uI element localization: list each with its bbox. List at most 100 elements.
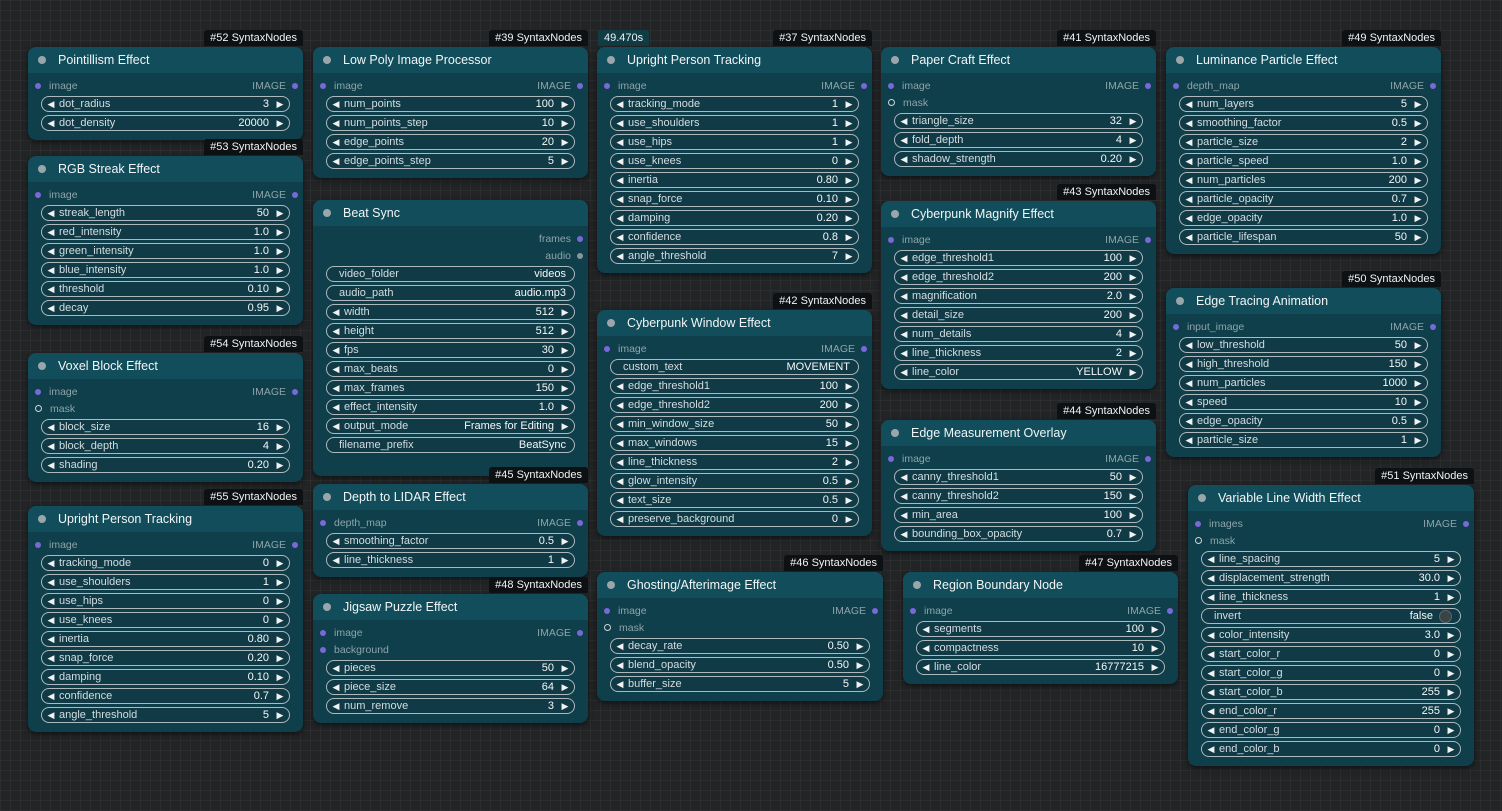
decrement-arrow-icon[interactable]: ◀: [331, 383, 341, 394]
input-port-icon[interactable]: [910, 607, 916, 614]
increment-arrow-icon[interactable]: ▶: [1128, 329, 1138, 340]
increment-arrow-icon[interactable]: ▶: [1446, 554, 1456, 565]
toggle-widget[interactable]: invert false: [1201, 608, 1461, 624]
decrement-arrow-icon[interactable]: ◀: [615, 660, 625, 671]
decrement-arrow-icon[interactable]: ◀: [1184, 232, 1194, 243]
node-header[interactable]: Luminance Particle Effect: [1166, 47, 1441, 73]
decrement-arrow-icon[interactable]: ◀: [1206, 630, 1216, 641]
collapse-toggle-icon[interactable]: [607, 319, 615, 327]
increment-arrow-icon[interactable]: ▶: [560, 536, 570, 547]
increment-arrow-icon[interactable]: ▶: [560, 421, 570, 432]
number-widget[interactable]: ◀ line_thickness 2 ▶: [894, 345, 1143, 361]
increment-arrow-icon[interactable]: ▶: [1128, 154, 1138, 165]
increment-arrow-icon[interactable]: ▶: [844, 213, 854, 224]
node-luminance[interactable]: #49 SyntaxNodes Luminance Particle Effect…: [1166, 30, 1441, 254]
decrement-arrow-icon[interactable]: ◀: [899, 510, 909, 521]
output-port-icon[interactable]: [577, 519, 583, 526]
increment-arrow-icon[interactable]: ▶: [844, 232, 854, 243]
decrement-arrow-icon[interactable]: ◀: [899, 348, 909, 359]
output-port-icon[interactable]: [861, 82, 867, 89]
decrement-arrow-icon[interactable]: ◀: [899, 253, 909, 264]
number-widget[interactable]: ◀ edge_points 20 ▶: [326, 134, 575, 150]
increment-arrow-icon[interactable]: ▶: [1413, 118, 1423, 129]
decrement-arrow-icon[interactable]: ◀: [1206, 725, 1216, 736]
number-widget[interactable]: ◀ max_beats 0 ▶: [326, 361, 575, 377]
number-widget[interactable]: ◀ end_color_r 255 ▶: [1201, 703, 1461, 719]
number-widget[interactable]: ◀ num_points 100 ▶: [326, 96, 575, 112]
number-widget[interactable]: ◀ shadow_strength 0.20 ▶: [894, 151, 1143, 167]
increment-arrow-icon[interactable]: ▶: [275, 672, 285, 683]
number-widget[interactable]: ◀ particle_opacity 0.7 ▶: [1179, 191, 1428, 207]
increment-arrow-icon[interactable]: ▶: [844, 99, 854, 110]
number-widget[interactable]: ◀ edge_threshold2 200 ▶: [610, 397, 859, 413]
number-widget[interactable]: ◀ height 512 ▶: [326, 323, 575, 339]
decrement-arrow-icon[interactable]: ◀: [46, 422, 56, 433]
output-port-icon[interactable]: [577, 252, 583, 259]
node-edge-tracing[interactable]: #50 SyntaxNodes Edge Tracing Animation inp…: [1166, 271, 1441, 457]
decrement-arrow-icon[interactable]: ◀: [615, 419, 625, 430]
number-widget[interactable]: ◀ red_intensity 1.0 ▶: [41, 224, 290, 240]
number-widget[interactable]: ◀ snap_force 0.20 ▶: [41, 650, 290, 666]
number-widget[interactable]: ◀ edge_points_step 5 ▶: [326, 153, 575, 169]
text-widget[interactable]: custom_text MOVEMENT: [610, 359, 859, 375]
decrement-arrow-icon[interactable]: ◀: [899, 310, 909, 321]
number-widget[interactable]: ◀ num_particles 200 ▶: [1179, 172, 1428, 188]
increment-arrow-icon[interactable]: ▶: [1128, 310, 1138, 321]
text-widget[interactable]: audio_path audio.mp3: [326, 285, 575, 301]
node-header[interactable]: Pointillism Effect: [28, 47, 303, 73]
decrement-arrow-icon[interactable]: ◀: [899, 272, 909, 283]
output-port-icon[interactable]: [1145, 455, 1151, 462]
node-header[interactable]: Depth to LIDAR Effect: [313, 484, 588, 510]
decrement-arrow-icon[interactable]: ◀: [615, 251, 625, 262]
input-port-icon[interactable]: [888, 99, 895, 106]
increment-arrow-icon[interactable]: ▶: [275, 303, 285, 314]
increment-arrow-icon[interactable]: ▶: [844, 251, 854, 262]
number-widget[interactable]: ◀ magnification 2.0 ▶: [894, 288, 1143, 304]
input-port-icon[interactable]: [1173, 323, 1179, 330]
increment-arrow-icon[interactable]: ▶: [1413, 378, 1423, 389]
increment-arrow-icon[interactable]: ▶: [1150, 662, 1160, 673]
input-port-icon[interactable]: [604, 624, 611, 631]
decrement-arrow-icon[interactable]: ◀: [46, 577, 56, 588]
number-widget[interactable]: ◀ piece_size 64 ▶: [326, 679, 575, 695]
input-port-icon[interactable]: [888, 236, 894, 243]
increment-arrow-icon[interactable]: ▶: [1413, 359, 1423, 370]
node-rgb-streak[interactable]: #53 SyntaxNodes RGB Streak Effect image IMA…: [28, 139, 303, 325]
node-paper-craft[interactable]: #41 SyntaxNodes Paper Craft Effect image IM…: [881, 30, 1156, 176]
decrement-arrow-icon[interactable]: ◀: [46, 558, 56, 569]
decrement-arrow-icon[interactable]: ◀: [1184, 99, 1194, 110]
increment-arrow-icon[interactable]: ▶: [275, 441, 285, 452]
decrement-arrow-icon[interactable]: ◀: [46, 691, 56, 702]
increment-arrow-icon[interactable]: ▶: [275, 634, 285, 645]
number-widget[interactable]: ◀ use_hips 0 ▶: [41, 593, 290, 609]
decrement-arrow-icon[interactable]: ◀: [615, 641, 625, 652]
node-region-boundary[interactable]: #47 SyntaxNodes Region Boundary Node image…: [903, 555, 1178, 684]
decrement-arrow-icon[interactable]: ◀: [46, 227, 56, 238]
number-widget[interactable]: ◀ pieces 50 ▶: [326, 660, 575, 676]
increment-arrow-icon[interactable]: ▶: [1413, 340, 1423, 351]
number-widget[interactable]: ◀ damping 0.10 ▶: [41, 669, 290, 685]
number-widget[interactable]: ◀ width 512 ▶: [326, 304, 575, 320]
increment-arrow-icon[interactable]: ▶: [1413, 435, 1423, 446]
input-port-icon[interactable]: [1195, 520, 1201, 527]
decrement-arrow-icon[interactable]: ◀: [46, 303, 56, 314]
number-widget[interactable]: ◀ edge_threshold1 100 ▶: [894, 250, 1143, 266]
number-widget[interactable]: ◀ block_depth 4 ▶: [41, 438, 290, 454]
increment-arrow-icon[interactable]: ▶: [1150, 624, 1160, 635]
number-widget[interactable]: ◀ blend_opacity 0.50 ▶: [610, 657, 870, 673]
increment-arrow-icon[interactable]: ▶: [560, 402, 570, 413]
increment-arrow-icon[interactable]: ▶: [560, 701, 570, 712]
input-port-icon[interactable]: [35, 405, 42, 412]
decrement-arrow-icon[interactable]: ◀: [899, 116, 909, 127]
decrement-arrow-icon[interactable]: ◀: [899, 154, 909, 165]
increment-arrow-icon[interactable]: ▶: [1446, 592, 1456, 603]
number-widget[interactable]: ◀ threshold 0.10 ▶: [41, 281, 290, 297]
increment-arrow-icon[interactable]: ▶: [844, 194, 854, 205]
number-widget[interactable]: ◀ dot_radius 3 ▶: [41, 96, 290, 112]
number-widget[interactable]: ◀ glow_intensity 0.5 ▶: [610, 473, 859, 489]
increment-arrow-icon[interactable]: ▶: [855, 679, 865, 690]
number-widget[interactable]: ◀ end_color_b 0 ▶: [1201, 741, 1461, 757]
decrement-arrow-icon[interactable]: ◀: [46, 596, 56, 607]
collapse-toggle-icon[interactable]: [323, 603, 331, 611]
decrement-arrow-icon[interactable]: ◀: [899, 529, 909, 540]
